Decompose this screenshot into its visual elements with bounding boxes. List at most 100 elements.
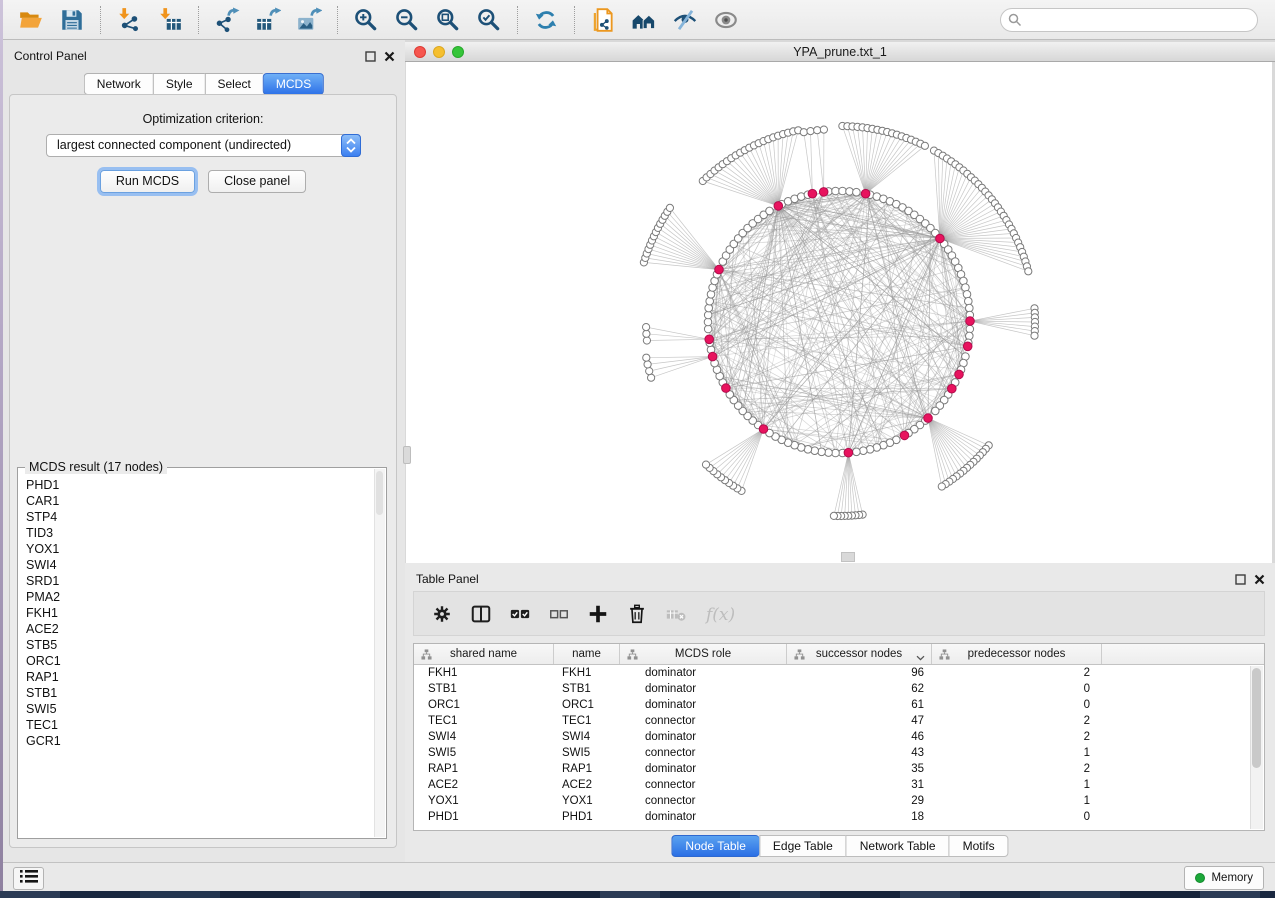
table-cell[interactable]: dominator — [620, 731, 787, 743]
delete-icon[interactable] — [626, 603, 648, 625]
table-row[interactable]: PHD1PHD1dominator180 — [414, 809, 1264, 825]
table-cell[interactable]: ORC1 — [554, 699, 620, 711]
column-header-successor-nodes[interactable]: successor nodes — [787, 644, 932, 664]
table-cell[interactable]: RAP1 — [414, 763, 554, 775]
mcds-result-item[interactable]: YOX1 — [19, 541, 374, 557]
table-row[interactable]: SWI5SWI5connector431 — [414, 745, 1264, 761]
table-cell[interactable]: dominator — [620, 763, 787, 775]
zoom-out-icon[interactable] — [394, 7, 420, 33]
table-cell[interactable]: connector — [620, 795, 787, 807]
table-cell[interactable]: 29 — [787, 795, 932, 807]
mcds-result-item[interactable]: PHD1 — [19, 477, 374, 493]
table-cell[interactable]: TEC1 — [554, 715, 620, 727]
select-all-icon[interactable] — [509, 603, 531, 625]
table-settings-icon[interactable] — [431, 603, 453, 625]
splitter-grip-horizontal[interactable] — [841, 552, 855, 562]
mcds-result-item[interactable]: GCR1 — [19, 733, 374, 749]
table-row[interactable]: RAP1RAP1dominator352 — [414, 761, 1264, 777]
tab-network-table[interactable]: Network Table — [846, 835, 949, 857]
table-cell[interactable]: 46 — [787, 731, 932, 743]
mcds-result-item[interactable]: TID3 — [19, 525, 374, 541]
table-cell[interactable]: 1 — [932, 795, 1102, 807]
mcds-result-item[interactable]: TEC1 — [19, 717, 374, 733]
zoom-selected-icon[interactable] — [476, 7, 502, 33]
tab-select[interactable]: Select — [205, 73, 263, 95]
show-all-icon[interactable] — [713, 7, 739, 33]
mcds-result-item[interactable]: FKH1 — [19, 605, 374, 621]
open-file-icon[interactable] — [18, 7, 44, 33]
table-cell[interactable]: 0 — [932, 683, 1102, 695]
close-panel-icon[interactable] — [384, 49, 395, 60]
mcds-result-item[interactable]: CAR1 — [19, 493, 374, 509]
mcds-result-item[interactable]: RAP1 — [19, 669, 374, 685]
task-history-button[interactable] — [13, 867, 44, 890]
show-columns-icon[interactable] — [470, 603, 492, 625]
run-mcds-button[interactable]: Run MCDS — [100, 170, 195, 193]
table-cell[interactable]: 1 — [932, 747, 1102, 759]
table-cell[interactable]: connector — [620, 747, 787, 759]
mcds-list-scrollbar[interactable] — [374, 469, 385, 837]
refresh-network-icon[interactable] — [533, 7, 559, 33]
mcds-result-item[interactable]: STB1 — [19, 685, 374, 701]
table-row[interactable]: ORC1ORC1dominator610 — [414, 697, 1264, 713]
table-row[interactable]: ACE2ACE2connector311 — [414, 777, 1264, 793]
mcds-result-item[interactable]: ORC1 — [19, 653, 374, 669]
tab-network[interactable]: Network — [84, 73, 153, 95]
table-cell[interactable]: 47 — [787, 715, 932, 727]
tab-node-table[interactable]: Node Table — [671, 835, 759, 857]
table-cell[interactable]: ORC1 — [414, 699, 554, 711]
close-panel-button[interactable]: Close panel — [208, 170, 306, 193]
search-input[interactable] — [1000, 8, 1258, 32]
import-table-icon[interactable] — [157, 7, 183, 33]
column-header-MCDS-role[interactable]: MCDS role — [620, 644, 787, 664]
save-session-icon[interactable] — [59, 7, 85, 33]
mcds-result-list[interactable]: PHD1CAR1STP4TID3YOX1SWI4SRD1PMA2FKH1ACE2… — [19, 477, 374, 837]
memory-button[interactable]: Memory — [1184, 866, 1264, 890]
table-row[interactable]: YOX1YOX1connector291 — [414, 793, 1264, 809]
tab-mcds[interactable]: MCDS — [263, 73, 324, 95]
table-cell[interactable]: TEC1 — [414, 715, 554, 727]
first-neighbors-icon[interactable] — [631, 7, 657, 33]
export-table-icon[interactable] — [255, 7, 281, 33]
table-cell[interactable]: 2 — [932, 667, 1102, 679]
export-network-icon[interactable] — [214, 7, 240, 33]
criterion-dropdown[interactable]: largest connected component (undirected) — [46, 134, 361, 157]
table-scrollbar[interactable] — [1250, 666, 1263, 829]
mcds-result-item[interactable]: STP4 — [19, 509, 374, 525]
mcds-result-item[interactable]: STB5 — [19, 637, 374, 653]
table-cell[interactable]: dominator — [620, 811, 787, 823]
table-cell[interactable]: 2 — [932, 731, 1102, 743]
table-cell[interactable]: YOX1 — [414, 795, 554, 807]
table-cell[interactable]: STB1 — [414, 683, 554, 695]
splitter-grip-vertical[interactable] — [403, 446, 411, 464]
table-cell[interactable]: RAP1 — [554, 763, 620, 775]
table-cell[interactable]: 2 — [932, 715, 1102, 727]
table-row[interactable]: STB1STB1dominator620 — [414, 681, 1264, 697]
table-cell[interactable]: 18 — [787, 811, 932, 823]
zoom-fit-icon[interactable] — [435, 7, 461, 33]
float-table-panel-icon[interactable] — [1235, 572, 1246, 583]
table-cell[interactable]: SWI4 — [414, 731, 554, 743]
table-cell[interactable]: PHD1 — [554, 811, 620, 823]
network-canvas[interactable] — [406, 62, 1272, 563]
zoom-in-icon[interactable] — [353, 7, 379, 33]
table-cell[interactable]: connector — [620, 715, 787, 727]
mcds-result-item[interactable]: SWI4 — [19, 557, 374, 573]
table-cell[interactable]: 35 — [787, 763, 932, 775]
column-header-shared-name[interactable]: shared name — [414, 644, 554, 664]
table-cell[interactable]: YOX1 — [554, 795, 620, 807]
import-network-icon[interactable] — [116, 7, 142, 33]
tab-style[interactable]: Style — [153, 73, 205, 95]
table-cell[interactable]: 0 — [932, 699, 1102, 711]
table-scrollbar-thumb[interactable] — [1252, 668, 1261, 768]
network-graph[interactable] — [406, 62, 1272, 563]
close-table-panel-icon[interactable] — [1254, 572, 1265, 583]
table-cell[interactable]: 1 — [932, 779, 1102, 791]
table-cell[interactable]: 62 — [787, 683, 932, 695]
table-cell[interactable]: dominator — [620, 683, 787, 695]
table-cell[interactable]: SWI4 — [554, 731, 620, 743]
table-cell[interactable]: SWI5 — [554, 747, 620, 759]
share-network-icon[interactable] — [590, 7, 616, 33]
column-header-predecessor-nodes[interactable]: predecessor nodes — [932, 644, 1102, 664]
table-cell[interactable]: connector — [620, 779, 787, 791]
